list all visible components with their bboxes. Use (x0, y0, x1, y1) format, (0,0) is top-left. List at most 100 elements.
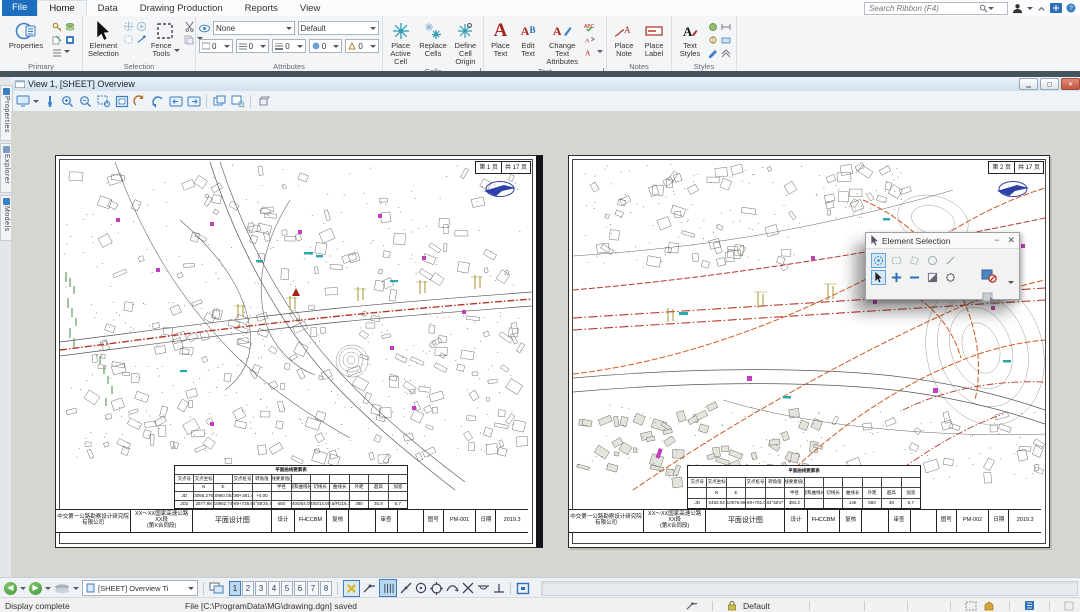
forward-dropdown-icon[interactable] (45, 587, 51, 593)
drawing-canvas[interactable]: 第 1 页 共 17 页 平面曲线要素表交点号交点坐标交点桩号转角值曲线要素值(… (11, 111, 1080, 577)
fence-tools-button[interactable]: Fence Tools (149, 19, 182, 59)
zoom-out-icon[interactable] (78, 94, 93, 109)
sheet-1[interactable]: 第 1 页 共 17 页 平面曲线要素表交点号交点坐标交点桩号转角值曲线要素值(… (55, 155, 543, 548)
select-invert-icon[interactable] (136, 34, 147, 45)
view-next-icon[interactable] (186, 94, 201, 109)
define-cell-origin-button[interactable]: Define Cell Origin (451, 19, 480, 67)
rotate-view-icon[interactable] (132, 94, 147, 109)
select-shape-button[interactable] (907, 253, 922, 268)
tab-home[interactable]: Home (37, 0, 86, 16)
snap-intersection-icon[interactable] (462, 580, 474, 596)
annotation-scale-icon[interactable] (720, 34, 731, 45)
view-number-2[interactable]: 2 (242, 581, 254, 596)
text-more-icon[interactable]: A (584, 47, 595, 58)
fence-tools-dropdown-icon[interactable] (174, 49, 180, 55)
select-all-icon[interactable] (123, 21, 134, 32)
fit-view-icon[interactable] (114, 94, 129, 109)
accudraw-icon[interactable] (516, 580, 530, 596)
place-note-button[interactable]: A Place Note (610, 19, 638, 59)
minimize-ribbon-icon[interactable] (1037, 4, 1046, 13)
color-combo[interactable]: 0 (199, 39, 233, 53)
element-style-icon[interactable] (707, 21, 718, 32)
view-number-8[interactable]: 8 (320, 581, 332, 596)
active-level[interactable]: Default (743, 601, 795, 611)
style-more-icon[interactable] (720, 47, 731, 58)
view-adjust-icon[interactable] (42, 94, 57, 109)
tab-drawing-production[interactable]: Drawing Production (129, 1, 234, 16)
view-number-7[interactable]: 7 (307, 581, 319, 596)
place-label-button[interactable]: Place Label (640, 19, 668, 59)
clip-volume-icon[interactable] (256, 94, 271, 109)
help-icon[interactable]: ? (1066, 3, 1076, 13)
dialog-expand-icon[interactable] (1008, 281, 1014, 287)
copy-icon[interactable] (184, 34, 195, 45)
dimension-style-icon[interactable] (720, 21, 731, 32)
tab-file[interactable]: File (2, 0, 37, 16)
select-circle-button[interactable] (925, 253, 940, 268)
search-dropdown-icon[interactable] (988, 7, 994, 13)
dialog-minimize-icon[interactable]: − (994, 235, 999, 246)
display-style-dropdown-icon[interactable] (33, 100, 39, 106)
select-by-attributes-button[interactable] (981, 291, 997, 305)
line-weight-combo[interactable]: 0 (272, 39, 306, 53)
view-group-combo-dropdown-icon[interactable] (188, 587, 194, 593)
select-individual-button[interactable] (871, 253, 886, 268)
priority-combo[interactable]: 0 (345, 39, 379, 53)
edit-text-button[interactable]: AB Edit Text (516, 19, 540, 59)
snap-perpendicular-icon[interactable] (493, 580, 505, 596)
view-toggles-icon[interactable] (209, 580, 225, 596)
selection-pointer-button[interactable] (871, 270, 886, 285)
view-group-combo[interactable]: [SHEET] Overview Ti (82, 580, 198, 596)
view-number-3[interactable]: 3 (255, 581, 267, 596)
view-group-dropdown-icon[interactable] (73, 587, 79, 593)
text-styles-button[interactable]: A Text Styles (675, 19, 705, 59)
snap-mode-icon[interactable] (686, 600, 698, 611)
dialog-title-bar[interactable]: Element Selection − ✕ (866, 233, 1019, 249)
primary-more-icon[interactable] (64, 50, 70, 56)
level-display-icon[interactable] (51, 47, 62, 58)
snap-keypoint-icon[interactable] (379, 579, 397, 597)
snap-nearest-icon[interactable] (363, 580, 376, 596)
add-to-selection-button[interactable] (889, 270, 904, 285)
dialog-close-icon[interactable]: ✕ (1007, 235, 1015, 246)
cells-stack-icon[interactable] (64, 21, 75, 32)
properties-button[interactable]: Properties (3, 19, 49, 51)
active-style-combo[interactable]: Default (298, 21, 380, 35)
sheet-2[interactable]: 第 2 页 共 17 页 平面曲线要素表交点号交点坐标交点桩号转角值曲线要素值(… (568, 155, 1050, 548)
view-maximize-button[interactable]: ▢ (1040, 78, 1059, 90)
snap-origin-icon[interactable] (430, 580, 443, 596)
display-style-icon[interactable] (707, 34, 718, 45)
search-input[interactable] (867, 3, 979, 14)
subtract-from-selection-button[interactable] (907, 270, 922, 285)
dgn-cache-icon[interactable] (1024, 600, 1035, 611)
copy-view-icon[interactable] (212, 94, 227, 109)
lock-icon[interactable] (727, 600, 737, 611)
status-extra-icon[interactable] (1064, 601, 1074, 611)
element-selection-dialog[interactable]: Element Selection − ✕ (865, 232, 1020, 300)
snap-tangent-icon[interactable] (477, 580, 490, 596)
view-previous-icon[interactable] (168, 94, 183, 109)
search-icon[interactable] (979, 4, 988, 13)
user-icon[interactable] (1012, 3, 1023, 14)
selection-set-icon[interactable] (965, 601, 977, 611)
select-none-icon[interactable] (136, 21, 147, 32)
view-attributes-icon[interactable] (230, 94, 245, 109)
attach-icon[interactable] (51, 34, 62, 45)
accusnap-toggle[interactable] (343, 580, 360, 597)
view-minimize-button[interactable]: ▁ (1019, 78, 1038, 90)
view-number-4[interactable]: 4 (268, 581, 280, 596)
view-number-1[interactable]: 1 (229, 581, 241, 596)
forward-button[interactable]: ▶ (29, 582, 42, 595)
snap-bisector-icon[interactable] (446, 580, 459, 596)
element-selection-button[interactable]: Element Selection (86, 19, 121, 59)
view-title-bar[interactable]: View 1, [SHEET] Overview ▁ ▢ ✕ (11, 77, 1080, 92)
select-block-button[interactable] (889, 253, 904, 268)
view-group-icon[interactable] (54, 580, 70, 596)
back-dropdown-icon[interactable] (20, 587, 26, 593)
fence-status-icon[interactable] (983, 600, 995, 611)
line-style-combo[interactable]: 0 (236, 39, 270, 53)
invert-selection-button[interactable] (925, 270, 940, 285)
view-number-5[interactable]: 5 (281, 581, 293, 596)
pan-view-icon[interactable] (150, 94, 165, 109)
window-area-icon[interactable] (96, 94, 111, 109)
